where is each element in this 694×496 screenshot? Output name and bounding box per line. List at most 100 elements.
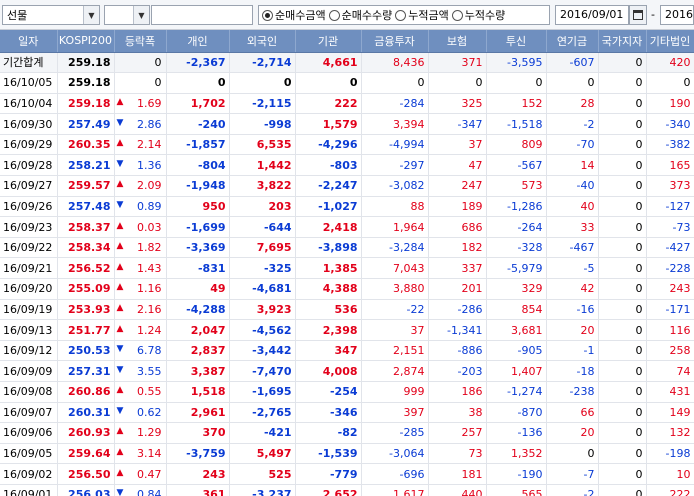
value-cell: 1,385: [295, 257, 362, 280]
value-cell: -5: [546, 257, 599, 280]
column-header[interactable]: 금융투자: [361, 30, 429, 53]
table-row[interactable]: 16/09/27 259.57 ▲ 2.09 -1,948 3,822 -2,247 -3,0…: [0, 175, 694, 197]
value-cell: 0: [598, 257, 647, 280]
table-row[interactable]: 16/09/19 253.93 ▲ 2.16 -4,288 3,923 536 -22 -286…: [0, 299, 694, 321]
column-header[interactable]: KOSPI200: [57, 30, 115, 53]
kospi200-cell: 257.48: [57, 196, 115, 218]
change-value: 1.43: [137, 261, 162, 275]
calendar-icon: [633, 10, 643, 20]
table-row[interactable]: 16/09/05 259.64 ▲ 3.14 -3,759 5,497 -1,539 -3,0…: [0, 443, 694, 465]
search-input[interactable]: [151, 5, 253, 25]
column-header[interactable]: 기타법인: [646, 30, 694, 53]
value-cell: -198: [646, 443, 694, 465]
investor-trading-table: 일자 KOSPI200 등락폭 개인 외국인 기관 금융투자 보험 투신 연기금 국가지자 기타법인 …: [0, 30, 694, 496]
column-header[interactable]: 기관: [295, 30, 362, 53]
radio-net-buy-amount[interactable]: 순매수금액: [262, 7, 326, 23]
table-row[interactable]: 16/09/22 258.34 ▲ 1.82 -3,369 7,695 -3,898 -3,2…: [0, 237, 694, 259]
down-triangle-icon: ▼: [116, 344, 124, 355]
value-cell: 258: [646, 340, 694, 362]
table-row[interactable]: 16/09/01 256.03 ▼ 0.84 361 -3,237 2,652 1,617 44…: [0, 484, 694, 496]
chevron-down-icon[interactable]: ▼: [133, 6, 149, 24]
table-row[interactable]: 16/09/28 258.21 ▼ 1.36 -804 1,442 -803 -297 47 -5…: [0, 154, 694, 177]
kospi200-cell: 259.57: [57, 175, 115, 197]
start-date-input[interactable]: 2016/09/01: [555, 5, 629, 25]
date-cell: 16/09/20: [0, 278, 58, 300]
value-cell: -347: [428, 113, 487, 135]
table-row[interactable]: 16/09/12 250.53 ▼ 6.78 2,837 -3,442 347 2,151 -8…: [0, 340, 694, 362]
change-cell: ▲ 1.24: [114, 319, 167, 341]
column-header[interactable]: 등락폭: [114, 30, 167, 53]
table-row[interactable]: 16/10/05 259.18 0 0 0 0 0 0 0 0 0 0: [0, 72, 694, 94]
end-date-input[interactable]: 2016/0: [660, 5, 694, 25]
start-date-calendar-button[interactable]: [629, 5, 647, 25]
table-row[interactable]: 16/09/09 257.31 ▼ 3.55 3,387 -7,470 4,008 2,874…: [0, 360, 694, 382]
value-cell: 1,407: [486, 360, 547, 382]
kospi200-cell: 256.52: [57, 257, 115, 280]
table-row[interactable]: 16/09/07 260.31 ▼ 0.62 2,961 -2,765 -346 397 38-…: [0, 402, 694, 424]
kospi200-cell: 260.35: [57, 134, 115, 156]
value-cell: -264: [486, 216, 547, 238]
toolbar: 선물 ▼ ▼ 순매수금액 순매수수량 누적금액 누적수량 2016/09/01 …: [0, 0, 694, 30]
change-value: 0: [154, 55, 162, 69]
date-cell: 16/09/09: [0, 360, 58, 382]
table-row[interactable]: 16/09/08 260.86 ▲ 0.55 1,518 -1,695 -254 999 186…: [0, 381, 694, 403]
kospi200-cell: 253.93: [57, 299, 115, 321]
value-cell: 371: [428, 52, 487, 74]
date-cell: 16/09/12: [0, 340, 58, 362]
value-cell: -1,274: [486, 381, 547, 403]
value-cell: 0: [546, 443, 599, 465]
value-cell: 2,418: [295, 216, 362, 238]
table-row[interactable]: 16/09/06 260.93 ▲ 1.29 370 -421 -82 -285 257 -136…: [0, 422, 694, 444]
table-row[interactable]: 16/09/23 258.37 ▲ 0.03 -1,699 -644 2,418 1,964 6…: [0, 216, 694, 238]
value-cell: 0: [295, 72, 362, 94]
column-header[interactable]: 보험: [428, 30, 487, 53]
summary-row[interactable]: 기간합계 259.18 0 -2,367 -2,714 4,661 8,436 371 -3,5…: [0, 52, 694, 74]
column-header[interactable]: 외국인: [229, 30, 296, 53]
value-cell: -3,442: [229, 340, 296, 362]
table-row[interactable]: 16/09/20 255.09 ▲ 1.16 49 -4,681 4,388 3,880 201…: [0, 278, 694, 300]
chevron-down-icon[interactable]: ▼: [83, 6, 99, 24]
kospi200-cell: 258.34: [57, 237, 115, 259]
value-cell: 525: [229, 463, 296, 485]
value-cell: -1,948: [166, 175, 230, 197]
change-value: 1.82: [137, 241, 162, 255]
change-value: 0.84: [137, 488, 162, 496]
column-header[interactable]: 투신: [486, 30, 547, 53]
table-row[interactable]: 16/09/26 257.48 ▼ 0.89 950 203 -1,027 88 189 -1,2…: [0, 196, 694, 218]
table-row[interactable]: 16/09/13 251.77 ▲ 1.24 2,047 -4,562 2,398 37 -1,…: [0, 319, 694, 341]
radio-cumulative-amount[interactable]: 누적금액: [395, 7, 449, 23]
value-cell: -467: [546, 237, 599, 259]
radio-net-buy-quantity[interactable]: 순매수수량: [328, 7, 392, 23]
table-row[interactable]: 16/09/30 257.49 ▼ 2.86 -240 -998 1,579 3,394 -34…: [0, 113, 694, 135]
value-cell: 257: [428, 422, 487, 444]
value-cell: -22: [361, 299, 429, 321]
up-triangle-icon: ▲: [116, 302, 124, 313]
value-cell: 0: [598, 340, 647, 362]
table-row[interactable]: 16/09/21 256.52 ▲ 1.43 -831 -325 1,385 7,043 337…: [0, 257, 694, 280]
column-header[interactable]: 연기금: [546, 30, 599, 53]
sub-select[interactable]: ▼: [104, 5, 150, 25]
value-cell: 116: [646, 319, 694, 341]
table-row[interactable]: 16/09/29 260.35 ▲ 2.14 -1,857 6,535 -4,296 -4,9…: [0, 134, 694, 156]
column-header[interactable]: 국가지자: [598, 30, 647, 53]
value-cell: -779: [295, 463, 362, 485]
value-cell: 2,837: [166, 340, 230, 362]
value-cell: -4,296: [295, 134, 362, 156]
value-cell: 950: [166, 196, 230, 218]
value-cell: 132: [646, 422, 694, 444]
value-cell: -3,284: [361, 237, 429, 259]
value-cell: 152: [486, 93, 547, 115]
value-cell: -1,695: [229, 381, 296, 403]
column-header[interactable]: 개인: [166, 30, 230, 53]
date-cell: 16/09/29: [0, 134, 58, 156]
column-header[interactable]: 일자: [0, 30, 58, 53]
value-cell: 536: [295, 299, 362, 321]
value-cell: 1,442: [229, 154, 296, 177]
radio-cumulative-quantity[interactable]: 누적수량: [451, 7, 505, 23]
value-cell: 0: [598, 175, 647, 197]
market-select[interactable]: 선물 ▼: [2, 5, 100, 25]
change-cell: ▼ 0.84: [114, 484, 167, 496]
table-row[interactable]: 16/09/02 256.50 ▲ 0.47 243 525 -779 -696 181 -190…: [0, 463, 694, 485]
table-row[interactable]: 16/10/04 259.18 ▲ 1.69 1,702 -2,115 222 -284 325…: [0, 93, 694, 115]
kospi200-cell: 250.53: [57, 340, 115, 362]
